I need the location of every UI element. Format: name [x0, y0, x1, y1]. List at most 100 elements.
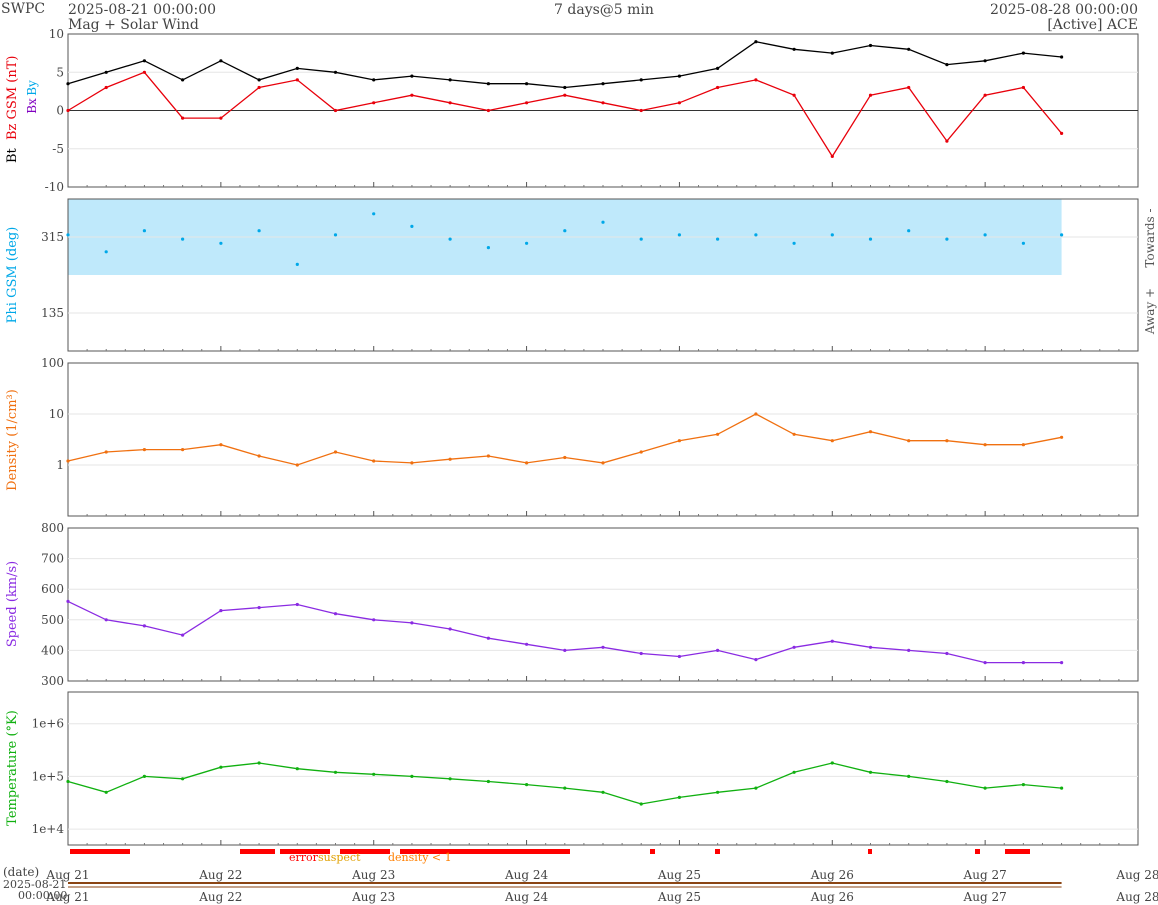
data-point-Speed	[983, 661, 987, 665]
data-point-Speed	[295, 602, 299, 607]
data-point-Bt	[830, 51, 834, 55]
panel-density: 100 10 1	[41, 356, 1139, 517]
data-point-Speed	[104, 618, 108, 622]
y-tick-label: 1e+4	[32, 822, 65, 836]
y-tick-label: 10	[49, 27, 64, 41]
by-legend: By	[25, 80, 39, 96]
data-point-Bz	[983, 93, 987, 97]
data-point-Phi GSM	[754, 233, 758, 237]
x-tick-label: Aug 27	[963, 868, 1007, 882]
data-point-Speed	[830, 639, 834, 643]
data-point-Bz	[104, 85, 108, 90]
data-point-Speed	[372, 618, 376, 622]
data-point-Bz	[142, 70, 146, 74]
data-point-Speed	[563, 648, 567, 653]
data-point-Speed	[486, 636, 490, 640]
y-tick-label: 800	[41, 521, 64, 535]
data-point-Bz	[295, 78, 299, 82]
data-point-Temperature	[181, 777, 185, 781]
data-point-Bt	[448, 78, 452, 82]
data-point-Speed	[754, 658, 758, 662]
data-point-Phi GSM	[1021, 241, 1025, 245]
data-point-Temperature	[295, 767, 299, 771]
data-point-Temperature	[868, 770, 873, 774]
data-point-Density	[983, 443, 987, 447]
data-point-Density	[1021, 443, 1025, 447]
bx-legend: Bx	[25, 98, 39, 114]
flag-suspect-label: suspect	[318, 851, 361, 864]
data-point-Bt	[66, 82, 70, 86]
data-point-Temperature	[601, 790, 605, 794]
data-point-Density	[945, 439, 949, 443]
data-point-Density	[66, 459, 70, 463]
x-axis: Aug 21Aug 21Aug 22Aug 22Aug 23Aug 23Aug …	[45, 868, 1158, 904]
data-point-Bt	[104, 70, 108, 74]
data-point-Phi GSM	[486, 246, 490, 250]
start-time: 2025-08-21 00:00:00	[68, 2, 216, 18]
data-point-Phi GSM	[66, 233, 70, 237]
data-point-Speed	[716, 648, 720, 653]
data-point-Bt	[677, 74, 682, 78]
data-point-Density	[601, 461, 605, 465]
data-point-Density	[563, 455, 567, 460]
series-line-Speed	[67, 600, 1062, 664]
y-tick-label: 700	[41, 552, 64, 566]
panel-mag: 10 5 0 -5 -10	[45, 27, 1139, 194]
data-point-Bt	[792, 47, 796, 51]
x-tick-label: Aug 22	[198, 868, 242, 882]
data-point-Temperature	[945, 779, 949, 784]
y-tick-label: 1	[56, 458, 64, 472]
data-point-Bt	[486, 82, 490, 86]
bz-label: Bz GSM (nT)	[5, 56, 20, 140]
data-point-Speed	[945, 651, 949, 656]
x-tick-label-bottom: Aug 24	[504, 890, 549, 904]
flag-error-mark	[715, 849, 720, 854]
data-point-Bt	[601, 82, 605, 86]
flag-error-label: error	[289, 851, 319, 864]
data-point-Bz	[66, 108, 70, 113]
data-point-Temperature	[792, 770, 796, 774]
data-point-Temperature	[219, 765, 223, 769]
x-tick-label-bottom: Aug 26	[810, 890, 854, 904]
data-point-Phi GSM	[333, 233, 338, 237]
data-point-Bz	[792, 93, 796, 97]
phi-ylabel: Phi GSM (deg)	[5, 227, 20, 324]
subtitle: Mag + Solar Wind	[68, 17, 199, 33]
data-point-Density	[333, 450, 338, 454]
data-point-Bz	[372, 101, 376, 105]
data-point-Phi GSM	[945, 237, 949, 241]
density-ylabel: Density (1/cm³)	[5, 389, 20, 491]
data-point-Temperature	[754, 786, 758, 790]
data-point-Speed	[639, 651, 643, 656]
data-point-Phi GSM	[295, 262, 299, 266]
x-tick-label-bottom: Aug 22	[198, 890, 242, 904]
data-point-Bt	[181, 78, 185, 82]
data-point-Temperature	[1060, 786, 1064, 790]
data-point-Bt	[372, 78, 376, 82]
data-point-Phi GSM	[372, 212, 376, 216]
data-point-Bz	[830, 154, 834, 158]
phi-away-label: Away +	[1143, 288, 1157, 335]
y-tick-label: 100	[41, 356, 64, 370]
data-point-Phi GSM	[639, 237, 643, 241]
data-point-Phi GSM	[907, 229, 911, 233]
data-point-Density	[868, 430, 873, 434]
data-point-Bz	[448, 101, 452, 105]
data-point-Density	[219, 443, 223, 447]
data-point-Temperature	[983, 786, 987, 790]
data-point-Temperature	[563, 786, 567, 790]
y-tick-label: 315	[41, 230, 64, 244]
data-point-Bt	[983, 59, 987, 63]
data-point-Speed	[410, 621, 414, 625]
data-point-Temperature	[907, 774, 911, 779]
data-point-Phi GSM	[868, 237, 873, 241]
data-point-Density	[448, 457, 452, 461]
data-point-Temperature	[66, 779, 70, 784]
data-point-Density	[295, 463, 299, 467]
data-point-Density	[257, 454, 261, 458]
data-point-Bt	[525, 82, 529, 86]
data-point-Phi GSM	[142, 229, 146, 233]
x-tick-label-bottom: Aug 27	[963, 890, 1007, 904]
data-point-Bt	[716, 66, 720, 70]
bt-label: Bt	[5, 147, 20, 163]
